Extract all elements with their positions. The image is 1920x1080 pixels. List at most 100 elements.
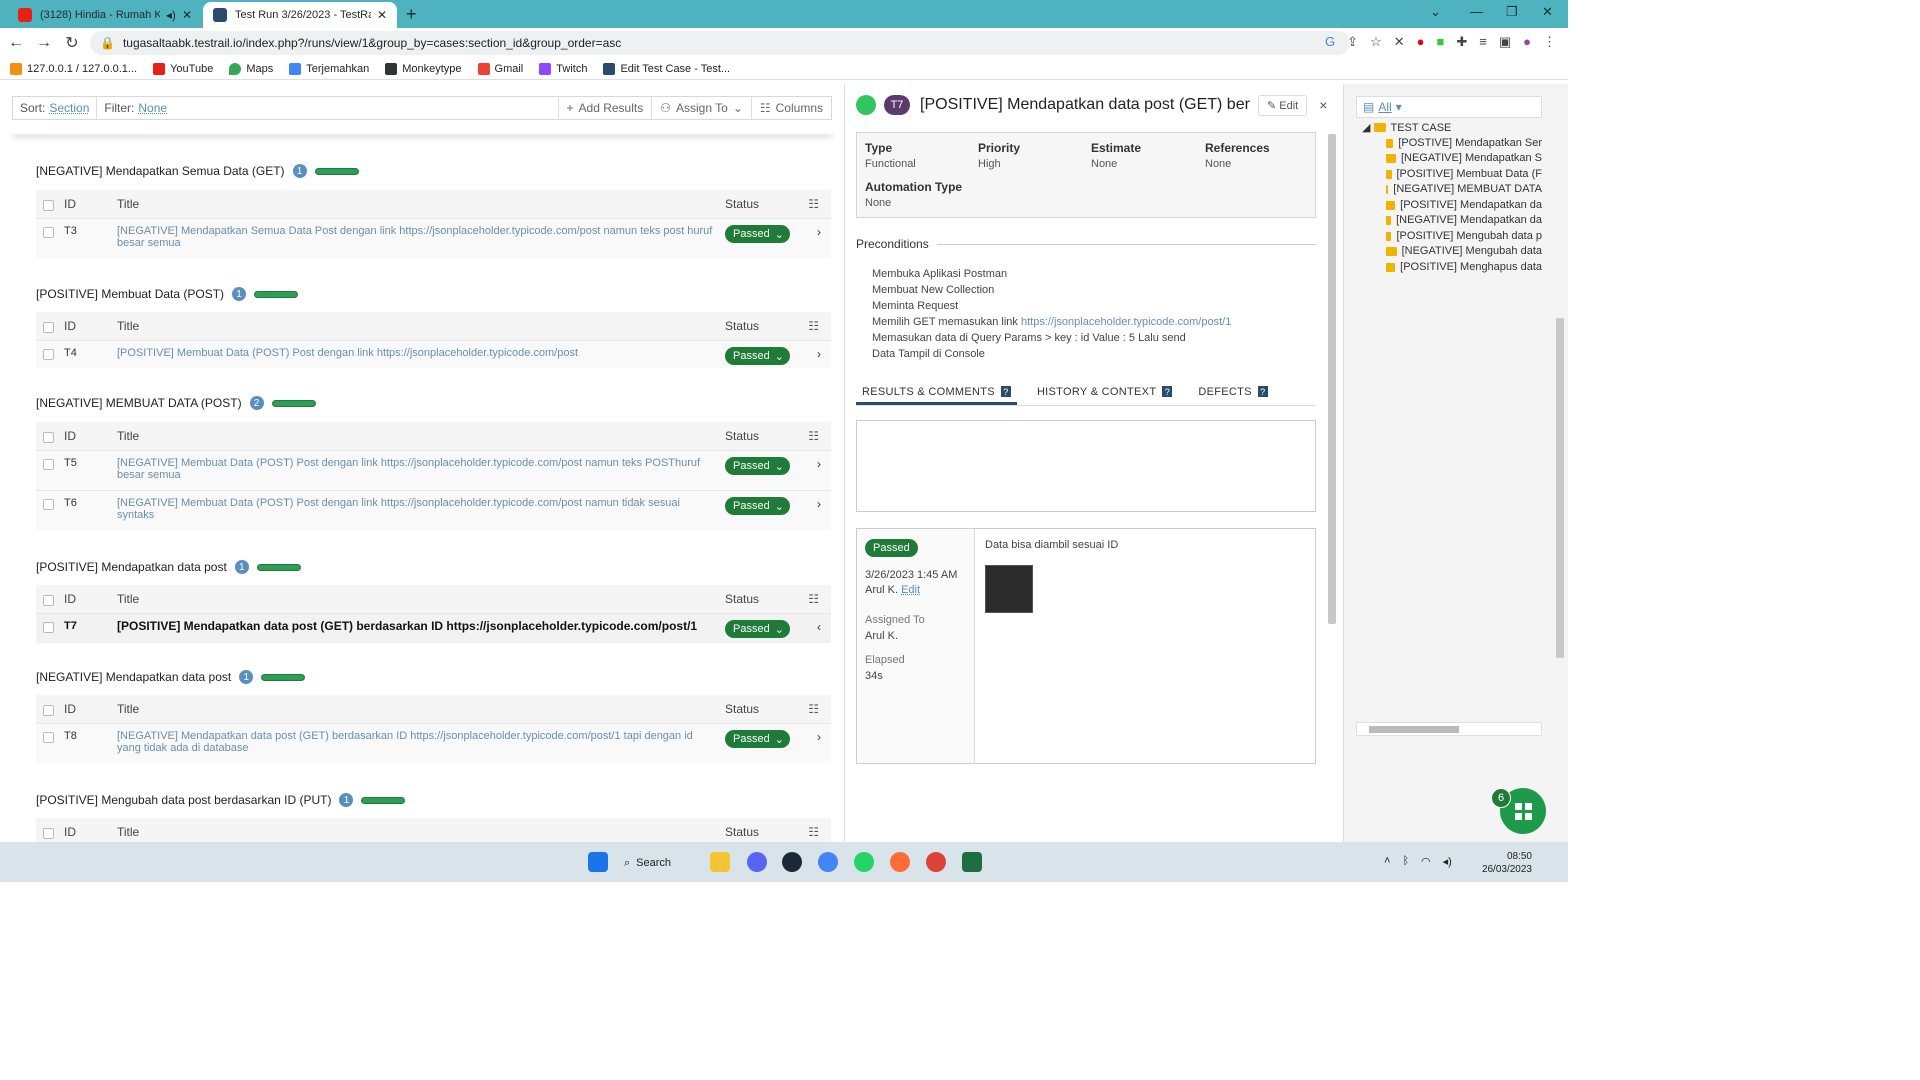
row-checkbox[interactable] (43, 622, 54, 633)
add-results-button[interactable]: + Add Results (557, 97, 652, 119)
chevron-right-icon[interactable]: › (817, 347, 821, 361)
taskbar-search[interactable]: ⌕ Search (624, 852, 671, 874)
column-menu-icon[interactable]: ☷ (808, 825, 819, 839)
test-title-link[interactable]: [NEGATIVE] Membuat Data (POST) Post deng… (117, 497, 717, 521)
row-checkbox[interactable] (43, 732, 54, 743)
attachment-thumbnail[interactable] (985, 565, 1033, 613)
select-all-checkbox[interactable] (43, 431, 54, 443)
detail-scrollbar[interactable] (1328, 122, 1338, 762)
file-explorer-icon[interactable] (710, 852, 730, 872)
lock-icon[interactable]: 🔒 (100, 36, 115, 50)
test-title-link[interactable]: [POSITIVE] Mendapatkan data post (GET) b… (117, 620, 717, 632)
result-edit-link[interactable]: Edit (901, 584, 920, 596)
browser-tab-testrail[interactable]: Test Run 3/26/2023 - TestRail ✕ (203, 2, 397, 28)
opera-icon[interactable]: ● (1417, 34, 1425, 50)
tree-item[interactable]: [POSTIVE] Mendapatkan Ser (1386, 137, 1542, 149)
chevron-right-icon[interactable]: › (817, 457, 821, 471)
column-menu-icon[interactable]: ☷ (808, 319, 819, 333)
tree-item[interactable]: [NEGATIVE] Mendapatkan da (1386, 214, 1542, 226)
column-menu-icon[interactable]: ☷ (808, 429, 819, 443)
playlist-icon[interactable]: ≡ (1479, 34, 1487, 50)
windows-start-icon[interactable] (588, 852, 608, 872)
taskbar-clock[interactable]: 08:50 26/03/2023 (1482, 850, 1532, 876)
status-dropdown[interactable]: Passed ⌄ (725, 620, 790, 638)
forward-icon[interactable]: → (32, 34, 56, 52)
bookmark-monkeytype[interactable]: Monkeytype (385, 62, 462, 75)
status-dropdown[interactable]: Passed ⌄ (725, 457, 790, 475)
column-menu-icon[interactable]: ☷ (808, 592, 819, 606)
sort-control[interactable]: Sort: Section (13, 97, 98, 119)
tree-item[interactable]: [NEGATIVE] Mendapatkan S (1386, 152, 1542, 164)
green-extension-icon[interactable]: ■ (1436, 34, 1444, 50)
close-window-icon[interactable]: ✕ (1542, 4, 1553, 20)
google-icon[interactable]: G (1325, 34, 1335, 50)
menu-icon[interactable]: ⋮ (1543, 34, 1556, 50)
help-icon[interactable]: ? (1000, 386, 1011, 397)
select-all-checkbox[interactable] (43, 321, 54, 333)
profile-avatar[interactable]: ● (1523, 34, 1531, 50)
share-icon[interactable]: ⇪ (1347, 34, 1358, 50)
table-row[interactable]: T8 [NEGATIVE] Mendapatkan data post (GET)… (36, 723, 831, 763)
table-row[interactable]: T5 [NEGATIVE] Membuat Data (POST) Post de… (36, 450, 831, 490)
reload-icon[interactable]: ↻ (60, 33, 84, 53)
select-all-checkbox[interactable] (43, 199, 54, 211)
tree-item[interactable]: [POSITIVE] Membuat Data (F (1386, 168, 1542, 180)
test-title-link[interactable]: [NEGATIVE] Membuat Data (POST) Post deng… (117, 457, 717, 481)
status-dropdown[interactable]: Passed ⌄ (725, 347, 790, 365)
chevron-right-icon[interactable]: › (817, 225, 821, 239)
speaker-icon[interactable]: ◂) (166, 8, 176, 22)
test-title-link[interactable]: [NEGATIVE] Mendapatkan Semua Data Post d… (117, 225, 717, 249)
bookmark-gmail[interactable]: Gmail (477, 62, 523, 75)
tree-item[interactable]: [POSITIVE] Mengubah data p (1386, 230, 1542, 242)
test-title-link[interactable]: [NEGATIVE] Mendapatkan data post (GET) b… (117, 730, 717, 754)
assign-to-button[interactable]: ⚇ Assign To ⌄ (651, 97, 751, 119)
status-dropdown[interactable]: Passed ⌄ (725, 497, 790, 515)
select-all-checkbox[interactable] (43, 827, 54, 839)
tree-item[interactable]: [POSITIVE] Mendapatkan da (1386, 199, 1542, 211)
table-row-selected[interactable]: T7 [POSITIVE] Mendapatkan data post (GET)… (36, 613, 831, 643)
extension-x-icon[interactable]: ✕ (1394, 34, 1405, 50)
select-all-checkbox[interactable] (43, 594, 54, 606)
tree-item[interactable]: [POSITIVE] Menghapus data (1386, 261, 1542, 273)
close-icon[interactable]: × (1319, 97, 1327, 113)
table-row[interactable]: T3 [NEGATIVE] Mendapatkan Semua Data Post… (36, 218, 831, 258)
whatsapp-icon[interactable] (854, 852, 874, 872)
status-dropdown[interactable]: Passed ⌄ (725, 730, 790, 748)
tree-root[interactable]: ◢ TEST CASE (1362, 121, 1451, 135)
column-menu-icon[interactable]: ☷ (808, 702, 819, 716)
maximize-icon[interactable]: ❐ (1506, 4, 1518, 20)
sort-value-link[interactable]: Section (49, 101, 89, 115)
bookmark-translate[interactable]: Terjemahkan (289, 62, 369, 75)
edit-button[interactable]: ✎ Edit (1258, 94, 1308, 116)
close-tab-icon[interactable]: ✕ (182, 8, 192, 22)
step-link[interactable]: https://jsonplaceholder.typicode.com/pos… (1021, 316, 1231, 328)
tree-item[interactable]: [NEGATIVE] MEMBUAT DATA (1386, 183, 1542, 195)
chevron-left-icon[interactable]: ‹ (817, 620, 821, 634)
row-checkbox[interactable] (43, 459, 54, 470)
bookmark-localhost[interactable]: 127.0.0.1 / 127.0.0.1... (10, 62, 137, 75)
puzzle-icon[interactable]: ✚ (1456, 34, 1467, 50)
address-bar[interactable]: 🔒 tugasaltaabk.testrail.io/index.php?/ru… (90, 31, 1350, 55)
table-row[interactable]: T4 [POSITIVE] Membuat Data (POST) Post de… (36, 340, 831, 368)
back-icon[interactable]: ← (4, 34, 28, 52)
status-dropdown[interactable]: Passed ⌄ (725, 225, 790, 243)
row-checkbox[interactable] (43, 349, 54, 360)
bookmark-edit-test-case[interactable]: Edit Test Case - Test... (603, 62, 730, 75)
row-checkbox[interactable] (43, 499, 54, 510)
postman-icon[interactable] (890, 852, 910, 872)
volume-icon[interactable]: ◂) (1443, 855, 1452, 868)
steam-icon[interactable] (782, 852, 802, 872)
tree-filter[interactable]: ▤ All ▾ (1356, 96, 1542, 118)
row-checkbox[interactable] (43, 227, 54, 238)
chrome-icon[interactable] (818, 852, 838, 872)
minimize-icon[interactable]: — (1470, 4, 1483, 19)
select-all-checkbox[interactable] (43, 704, 54, 716)
help-icon[interactable]: ? (1257, 386, 1268, 397)
page-scrollbar[interactable] (1556, 88, 1566, 838)
tab-history-context[interactable]: HISTORY & CONTEXT? (1031, 384, 1178, 405)
bookmark-youtube[interactable]: YouTube (153, 62, 213, 75)
tab-defects[interactable]: DEFECTS? (1192, 384, 1273, 405)
bookmark-twitch[interactable]: Twitch (539, 62, 587, 75)
filter-control[interactable]: Filter: None (97, 97, 174, 119)
close-tab-icon[interactable]: ✕ (377, 8, 387, 22)
